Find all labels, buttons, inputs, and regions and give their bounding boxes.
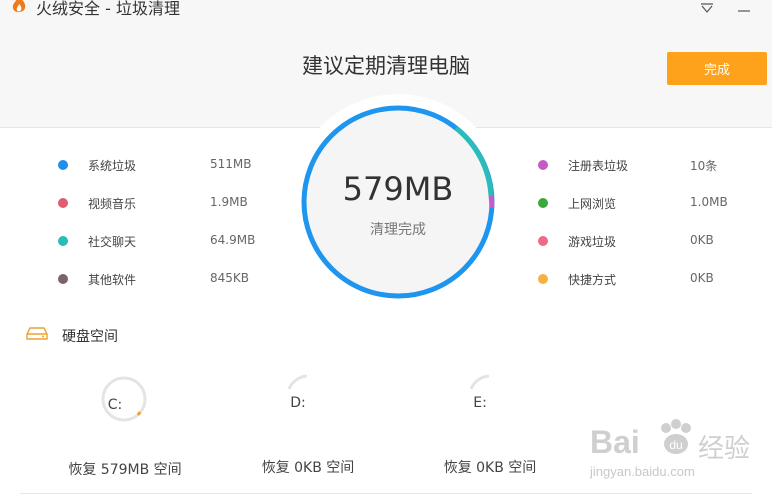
legend-dot — [538, 160, 548, 170]
bottom-divider — [20, 493, 752, 494]
category-registry-junk: 注册表垃圾 10条 — [538, 155, 758, 175]
category-shortcuts: 快捷方式 0KB — [538, 269, 758, 289]
cleanup-ring: 579MB 清理完成 — [288, 92, 508, 312]
legend-dot — [538, 198, 548, 208]
category-social-chat: 社交聊天 64.9MB — [58, 231, 278, 251]
done-button[interactable]: 完成 — [667, 52, 767, 85]
title-bar: 火绒安全 - 垃圾清理 — [10, 0, 180, 20]
category-video-music: 视频音乐 1.9MB — [58, 193, 278, 213]
drive-letter: C: — [107, 397, 123, 413]
paw-icon: du — [656, 418, 696, 462]
hard-drive-icon — [26, 327, 48, 345]
category-web-browsing: 上网浏览 1.0MB — [538, 193, 758, 213]
legend-dot — [58, 236, 68, 246]
category-other-software: 其他软件 845KB — [58, 269, 278, 289]
legend-dot — [538, 236, 548, 246]
dropdown-menu-icon[interactable] — [695, 0, 719, 18]
flame-logo-icon — [10, 0, 28, 19]
drive-restore-text: 恢复 579MB 空间 — [68, 462, 182, 478]
baidu-watermark: Bai du 经验 jingyan.baidu.com — [590, 410, 770, 490]
category-system-junk: 系统垃圾 511MB — [58, 155, 278, 175]
minimize-icon[interactable] — [732, 0, 756, 18]
drive-letter: E: — [473, 395, 487, 411]
legend-dot — [58, 274, 68, 284]
total-cleaned: 579MB — [342, 170, 454, 208]
drive-restore-text: 恢复 0KB 空间 — [443, 460, 537, 476]
page-headline: 建议定期清理电脑 — [302, 54, 470, 78]
category-game-junk: 游戏垃圾 0KB — [538, 231, 758, 251]
svg-text:du: du — [669, 438, 682, 452]
disk-section-title: 硬盘空间 — [26, 326, 118, 346]
legend-dot — [58, 198, 68, 208]
drive-letter: D: — [290, 395, 306, 411]
legend-dot — [58, 160, 68, 170]
drive-restore-text: 恢复 0KB 空间 — [261, 460, 355, 476]
drive-c: C: 恢复 579MB 空间 — [68, 375, 270, 495]
cleanup-status: 清理完成 — [370, 222, 426, 238]
app-title: 火绒安全 - 垃圾清理 — [36, 0, 180, 18]
legend-dot — [538, 274, 548, 284]
